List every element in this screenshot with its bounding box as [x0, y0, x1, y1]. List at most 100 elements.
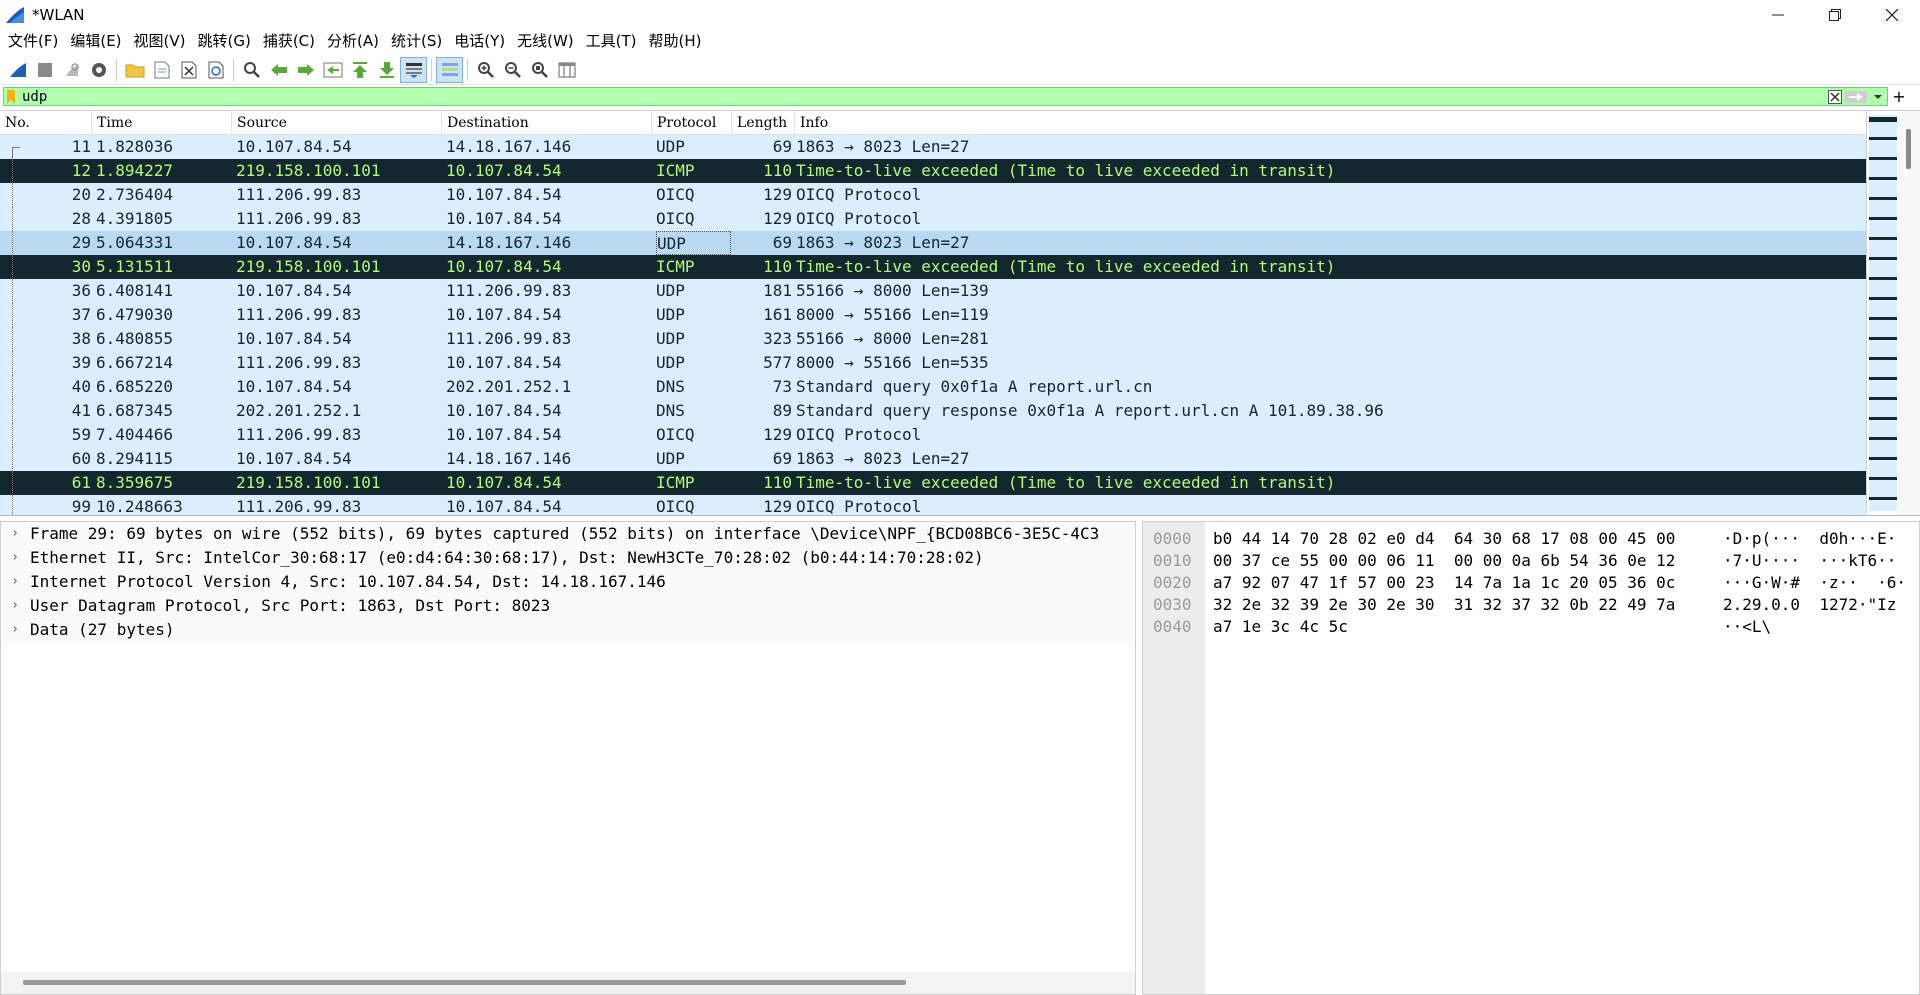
menu-help[interactable]: 帮助(H) — [643, 29, 708, 54]
chevron-right-icon[interactable]: › — [9, 618, 21, 642]
menu-go[interactable]: 跳转(G) — [192, 29, 257, 54]
zoom-in-button[interactable] — [472, 57, 499, 83]
bytes-hex[interactable]: 32 2e 32 39 2e 30 2e 30 31 32 37 32 0b 2… — [1213, 594, 1675, 616]
scrollbar-thumb[interactable] — [1906, 129, 1911, 169]
menu-telephony[interactable]: 电话(Y) — [448, 29, 511, 54]
last-packet-button[interactable] — [373, 57, 400, 83]
packet-row[interactable]: 11 1.828036 10.107.84.54 14.18.167.146 UDP 69… — [0, 135, 1866, 159]
packet-cell-src: 10.107.84.54 — [236, 233, 352, 252]
column-header-destination[interactable]: Destination — [442, 111, 652, 135]
menu-capture[interactable]: 捕获(C) — [257, 29, 321, 54]
packet-row[interactable]: 12 1.894227 219.158.100.101 10.107.84.54 ICM… — [0, 159, 1866, 183]
save-file-button[interactable] — [148, 57, 175, 83]
packet-row[interactable]: 37 6.479030 111.206.99.83 10.107.84.54 UDP 16… — [0, 303, 1866, 327]
column-header-length[interactable]: Length — [732, 111, 795, 135]
zoom-out-icon — [504, 61, 521, 78]
zoom-out-button[interactable] — [499, 57, 526, 83]
packet-row[interactable]: 20 2.736404 111.206.99.83 10.107.84.54 OICQ 1… — [0, 183, 1866, 207]
first-packet-button[interactable] — [346, 57, 373, 83]
column-header-protocol[interactable]: Protocol — [652, 111, 732, 135]
packet-cell-no: 99 — [71, 497, 91, 516]
packet-row[interactable]: 36 6.408141 10.107.84.54 111.206.99.83 UDP 18… — [0, 279, 1866, 303]
bytes-hex[interactable]: 00 37 ce 55 00 00 06 11 00 00 0a 6b 54 3… — [1213, 550, 1675, 572]
packet-cell-len: 110 — [763, 161, 792, 180]
column-header-source[interactable]: Source — [232, 111, 442, 135]
menu-statistics[interactable]: 统计(S) — [385, 29, 448, 54]
go-forward-button[interactable] — [292, 57, 319, 83]
close-button[interactable] — [1863, 0, 1920, 29]
packet-row[interactable]: 29 5.064331 10.107.84.54 14.18.167.146 UDP 69… — [0, 231, 1866, 255]
detail-row-udp[interactable]: › User Datagram Protocol, Src Port: 1863… — [1, 594, 1135, 618]
bytes-hex[interactable]: b0 44 14 70 28 02 e0 d4 64 30 68 17 08 0… — [1213, 528, 1675, 550]
packet-cell-len: 110 — [763, 473, 792, 492]
menu-edit[interactable]: 编辑(E) — [64, 29, 127, 54]
menu-wireless[interactable]: 无线(W) — [511, 29, 580, 54]
go-to-packet-button[interactable] — [319, 57, 346, 83]
find-packet-button[interactable] — [238, 57, 265, 83]
packet-row[interactable]: 39 6.667214 111.206.99.83 10.107.84.54 UDP 57… — [0, 351, 1866, 375]
packet-row[interactable]: 99 10.248663 111.206.99.83 10.107.84.54 OICQ… — [0, 495, 1866, 516]
packet-row[interactable]: 60 8.294115 10.107.84.54 14.18.167.146 UDP 69… — [0, 447, 1866, 471]
start-capture-button[interactable] — [4, 57, 31, 83]
detail-row-ethernet[interactable]: › Ethernet II, Src: IntelCor_30:68:17 (e… — [1, 546, 1135, 570]
chevron-right-icon[interactable]: › — [9, 570, 21, 594]
close-file-button[interactable] — [175, 57, 202, 83]
packet-row[interactable]: 61 8.359675 219.158.100.101 10.107.84.54 ICM… — [0, 471, 1866, 495]
chevron-right-icon[interactable]: › — [9, 594, 21, 618]
detail-row-data[interactable]: › Data (27 bytes) — [1, 618, 1135, 642]
packet-row[interactable]: 40 6.685220 10.107.84.54 202.201.252.1 DNS 73… — [0, 375, 1866, 399]
restart-capture-button[interactable] — [58, 57, 85, 83]
scrollbar-thumb[interactable] — [23, 980, 906, 985]
details-horizontal-scrollbar[interactable] — [1, 972, 1135, 994]
stop-capture-button[interactable] — [31, 57, 58, 83]
column-header-no[interactable]: No. — [0, 111, 92, 135]
bytes-ascii[interactable]: ··<L\ — [1723, 616, 1771, 638]
bytes-ascii[interactable]: ···G·W·# ·z·· ·6· — [1723, 572, 1906, 594]
toolbar-separator — [467, 58, 468, 81]
restore-button[interactable] — [1806, 0, 1863, 29]
packet-row[interactable]: 38 6.480855 10.107.84.54 111.206.99.83 UDP 32… — [0, 327, 1866, 351]
filter-bookmark-button[interactable] — [4, 88, 18, 105]
open-file-button[interactable] — [121, 57, 148, 83]
column-header-info[interactable]: Info — [795, 111, 1866, 135]
colorize-button[interactable] — [436, 56, 463, 83]
bytes-offset: 0020 — [1153, 573, 1192, 592]
chevron-right-icon[interactable]: › — [9, 546, 21, 570]
packet-row[interactable]: 41 6.687345 202.201.252.1 10.107.84.54 DNS 89… — [0, 399, 1866, 423]
menu-tools[interactable]: 工具(T) — [580, 29, 643, 54]
packet-list-scrollbar[interactable] — [1898, 111, 1920, 515]
add-filter-button[interactable]: + — [1890, 86, 1908, 107]
resize-columns-button[interactable] — [553, 57, 580, 83]
normal-size-button[interactable] — [526, 57, 553, 83]
bytes-ascii[interactable]: 2.29.0.0 1272·"Iz — [1723, 594, 1896, 616]
packet-row[interactable]: 59 7.404466 111.206.99.83 10.107.84.54 OICQ 1… — [0, 423, 1866, 447]
chevron-right-icon[interactable]: › — [9, 522, 21, 546]
menu-analyze[interactable]: 分析(A) — [321, 29, 385, 54]
packet-cell-info: OICQ Protocol — [796, 209, 922, 228]
bytes-hex[interactable]: a7 92 07 47 1f 57 00 23 14 7a 1a 1c 20 0… — [1213, 572, 1675, 594]
go-back-button[interactable] — [265, 57, 292, 83]
bytes-ascii[interactable]: ·7·U···· ···kT6·· — [1723, 550, 1896, 572]
packet-row[interactable]: 30 5.131511 219.158.100.101 10.107.84.54 ICM… — [0, 255, 1866, 279]
filter-apply-button[interactable] — [1843, 88, 1869, 105]
packet-row[interactable]: 28 4.391805 111.206.99.83 10.107.84.54 OICQ 1… — [0, 207, 1866, 231]
packet-cell-no: 29 — [71, 233, 91, 252]
packet-cell-proto: OICQ — [656, 497, 695, 516]
column-header-time[interactable]: Time — [92, 111, 232, 135]
menu-file[interactable]: 文件(F) — [2, 29, 64, 54]
capture-options-button[interactable] — [85, 57, 112, 83]
filter-clear-button[interactable] — [1827, 88, 1843, 105]
detail-row-frame[interactable]: › Frame 29: 69 bytes on wire (552 bits),… — [1, 522, 1135, 546]
filter-history-dropdown[interactable] — [1869, 88, 1887, 105]
packet-minimap[interactable] — [1866, 111, 1898, 515]
bytes-hex[interactable]: a7 1e 3c 4c 5c — [1213, 616, 1348, 638]
display-filter-input[interactable] — [18, 88, 1827, 105]
auto-scroll-button[interactable] — [400, 56, 427, 83]
packet-cell-dst: 10.107.84.54 — [446, 209, 562, 228]
minimize-button[interactable] — [1749, 0, 1806, 29]
reload-file-button[interactable] — [202, 57, 229, 83]
packet-cell-dst: 14.18.167.146 — [446, 449, 572, 468]
detail-row-ip[interactable]: › Internet Protocol Version 4, Src: 10.1… — [1, 570, 1135, 594]
bytes-ascii[interactable]: ·D·p(··· d0h···E· — [1723, 528, 1896, 550]
menu-view[interactable]: 视图(V) — [128, 29, 192, 54]
